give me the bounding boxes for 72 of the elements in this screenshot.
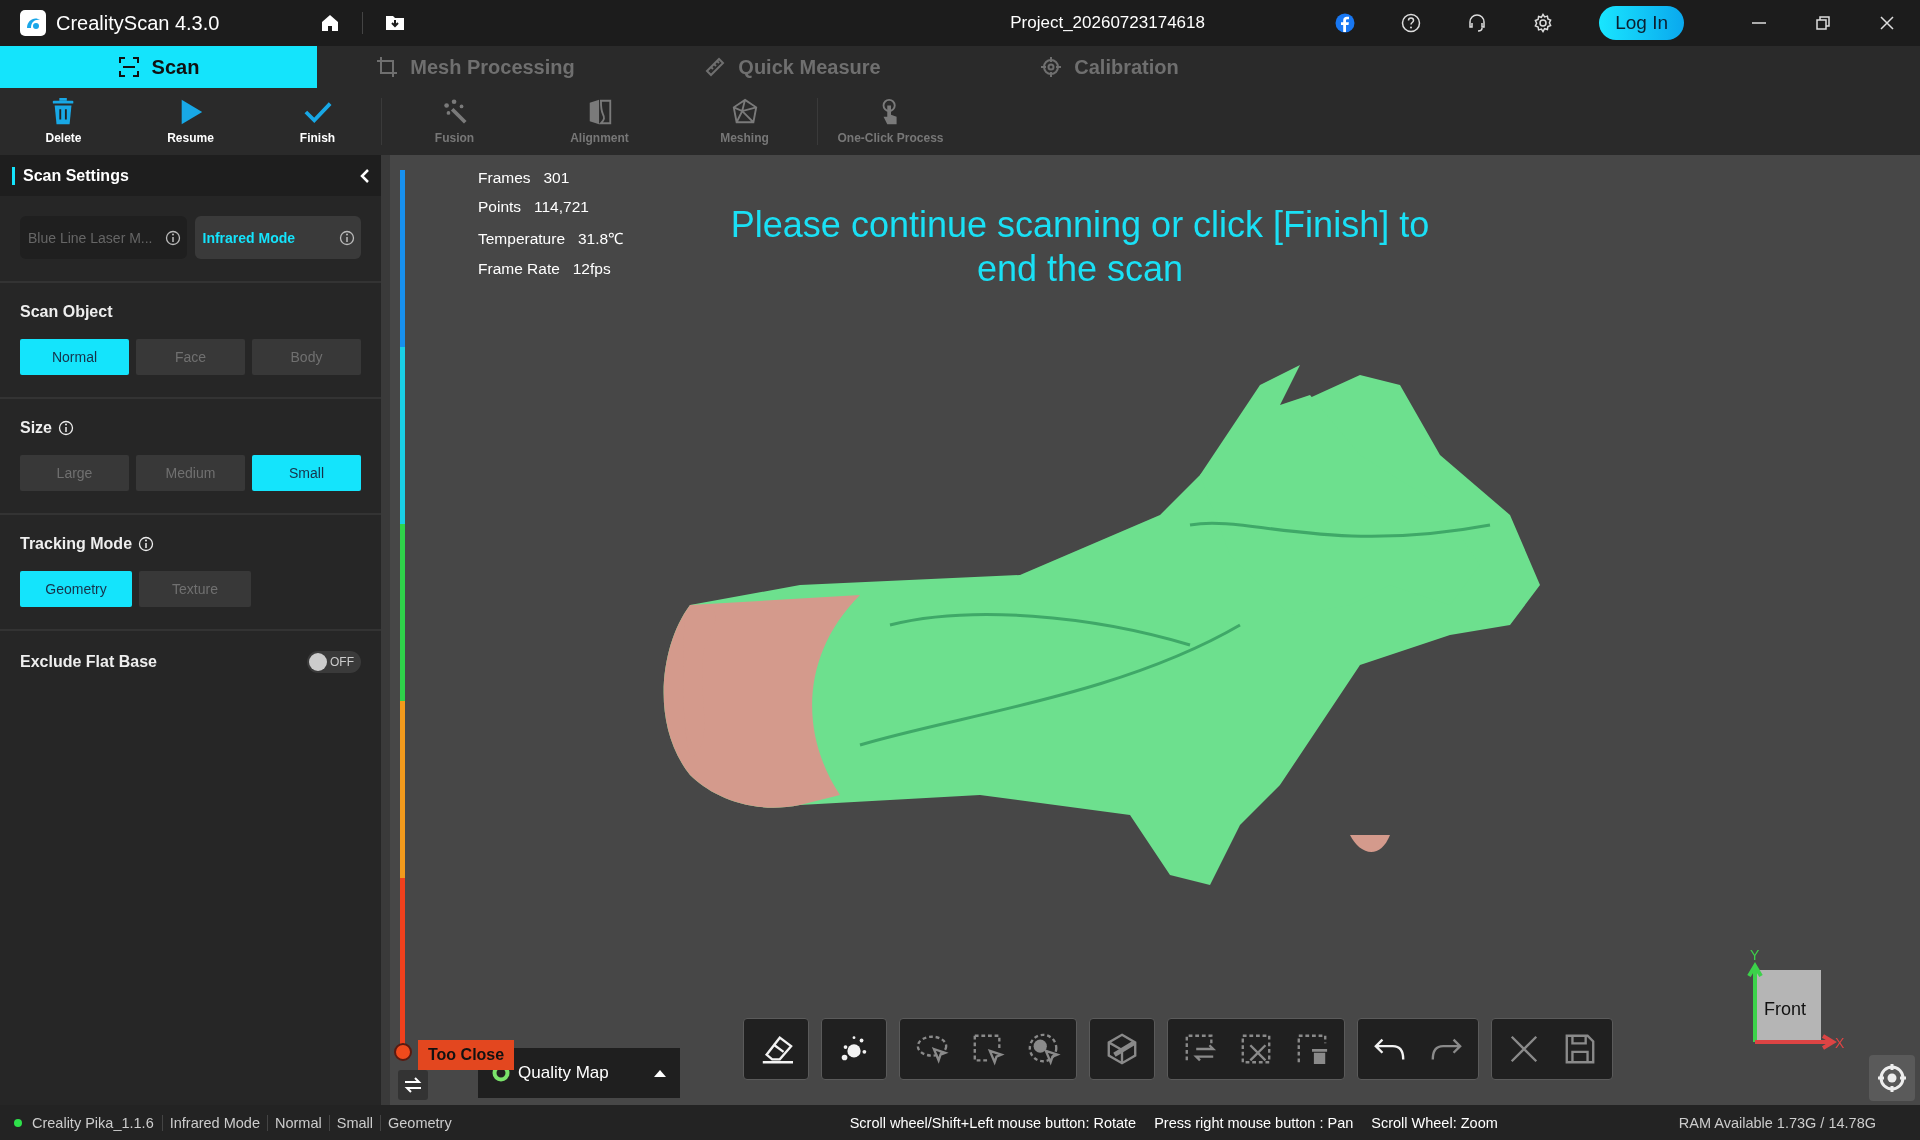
- crosshair-icon: [1040, 56, 1063, 78]
- option-button[interactable]: Normal: [20, 339, 129, 375]
- mesh-network-icon: [730, 98, 759, 126]
- rect-select-icon: [971, 1032, 1005, 1066]
- crop-icon: [376, 56, 399, 78]
- tab[interactable]: Calibration: [951, 46, 1268, 88]
- settings-icon: [1533, 13, 1554, 33]
- folder-icon: [385, 13, 405, 33]
- device-name: Creality Pika_1.1.6: [32, 1114, 154, 1131]
- locate-button[interactable]: [1869, 1055, 1915, 1101]
- brush-select-icon: [1027, 1032, 1061, 1066]
- option-button[interactable]: Small: [252, 455, 361, 491]
- login-button[interactable]: Log In: [1599, 6, 1684, 40]
- hint-text: Press right mouse button : Pan: [1154, 1114, 1354, 1131]
- mode-button[interactable]: Blue Line Laser M...: [20, 216, 187, 259]
- section-title: Scan Object: [20, 303, 113, 321]
- status-item: Infrared Mode: [161, 1114, 267, 1131]
- toolbar-button[interactable]: Finish: [254, 88, 381, 155]
- tab[interactable]: Scan: [0, 46, 317, 88]
- swap-arrows-icon: [403, 1076, 423, 1094]
- cube-cut-icon: [1105, 1032, 1139, 1066]
- scan-stat: Frames 301: [478, 169, 571, 187]
- scan-message: Please continue scanning or click [Finish] to end the scan: [729, 203, 1431, 291]
- facebook-icon: [1335, 13, 1356, 33]
- project-title: Project_20260723174618: [1009, 13, 1206, 33]
- scan-stat: Frame Rate 12fps: [478, 260, 612, 278]
- option-button[interactable]: Texture: [139, 571, 251, 607]
- status-item: Geometry: [380, 1114, 459, 1131]
- restore-icon: [1816, 16, 1830, 30]
- tab[interactable]: Mesh Processing: [317, 46, 634, 88]
- toolbar-button[interactable]: Resume: [127, 88, 254, 155]
- ram-status: RAM Available 1.73G / 14.78G: [1678, 1114, 1877, 1131]
- mode-button[interactable]: Infrared Mode: [194, 216, 361, 259]
- delete-selection-icon: [1295, 1032, 1329, 1066]
- home-icon: [320, 13, 340, 33]
- scan-stat: Temperature 31.8℃: [478, 229, 624, 249]
- status-item: Small: [328, 1114, 380, 1131]
- distance-label: Too Close: [418, 1040, 515, 1070]
- hint-text: Scroll wheel/Shift+Left mouse button: Rotate: [849, 1114, 1137, 1131]
- swap-button[interactable]: [398, 1070, 428, 1100]
- close-icon: [1880, 16, 1894, 30]
- save-icon: [1563, 1032, 1597, 1066]
- status-item: Normal: [267, 1114, 329, 1131]
- panel-title: Scan Settings: [12, 166, 129, 185]
- scan-frame-icon: [117, 56, 140, 78]
- section-title: Exclude Flat Base: [20, 653, 157, 671]
- app-title: CrealityScan 4.3.0: [56, 11, 220, 35]
- headset-icon: [1467, 13, 1488, 33]
- clear-selection-icon: [1239, 1032, 1273, 1066]
- hint-text: Scroll Wheel: Zoom: [1371, 1114, 1498, 1131]
- status-dot-icon: [14, 1118, 22, 1127]
- option-button[interactable]: Face: [136, 339, 245, 375]
- info-icon: [164, 229, 181, 246]
- section-title: Tracking Mode: [20, 535, 133, 553]
- option-button[interactable]: Body: [252, 339, 361, 375]
- help-icon: [1401, 13, 1422, 33]
- toggle-switch[interactable]: OFF: [307, 651, 361, 673]
- info-icon: [339, 229, 355, 246]
- app-logo-icon: [20, 10, 46, 36]
- option-button[interactable]: Large: [20, 455, 129, 491]
- axis-cube-drawing: Y X Front: [1735, 945, 1845, 1060]
- collapse-chevron-icon: [359, 167, 371, 184]
- section-title: Size: [20, 419, 52, 437]
- distance-marker: [394, 1043, 412, 1061]
- toolbar-button[interactable]: Delete: [0, 88, 127, 155]
- caret-icon: [654, 1068, 666, 1078]
- tab[interactable]: Quick Measure: [634, 46, 951, 88]
- ruler-icon: [704, 56, 727, 78]
- scan-stat: Points 114,721: [478, 198, 590, 216]
- option-button[interactable]: Medium: [136, 455, 245, 491]
- option-button[interactable]: Geometry: [20, 571, 132, 607]
- target-icon: [1877, 1063, 1907, 1093]
